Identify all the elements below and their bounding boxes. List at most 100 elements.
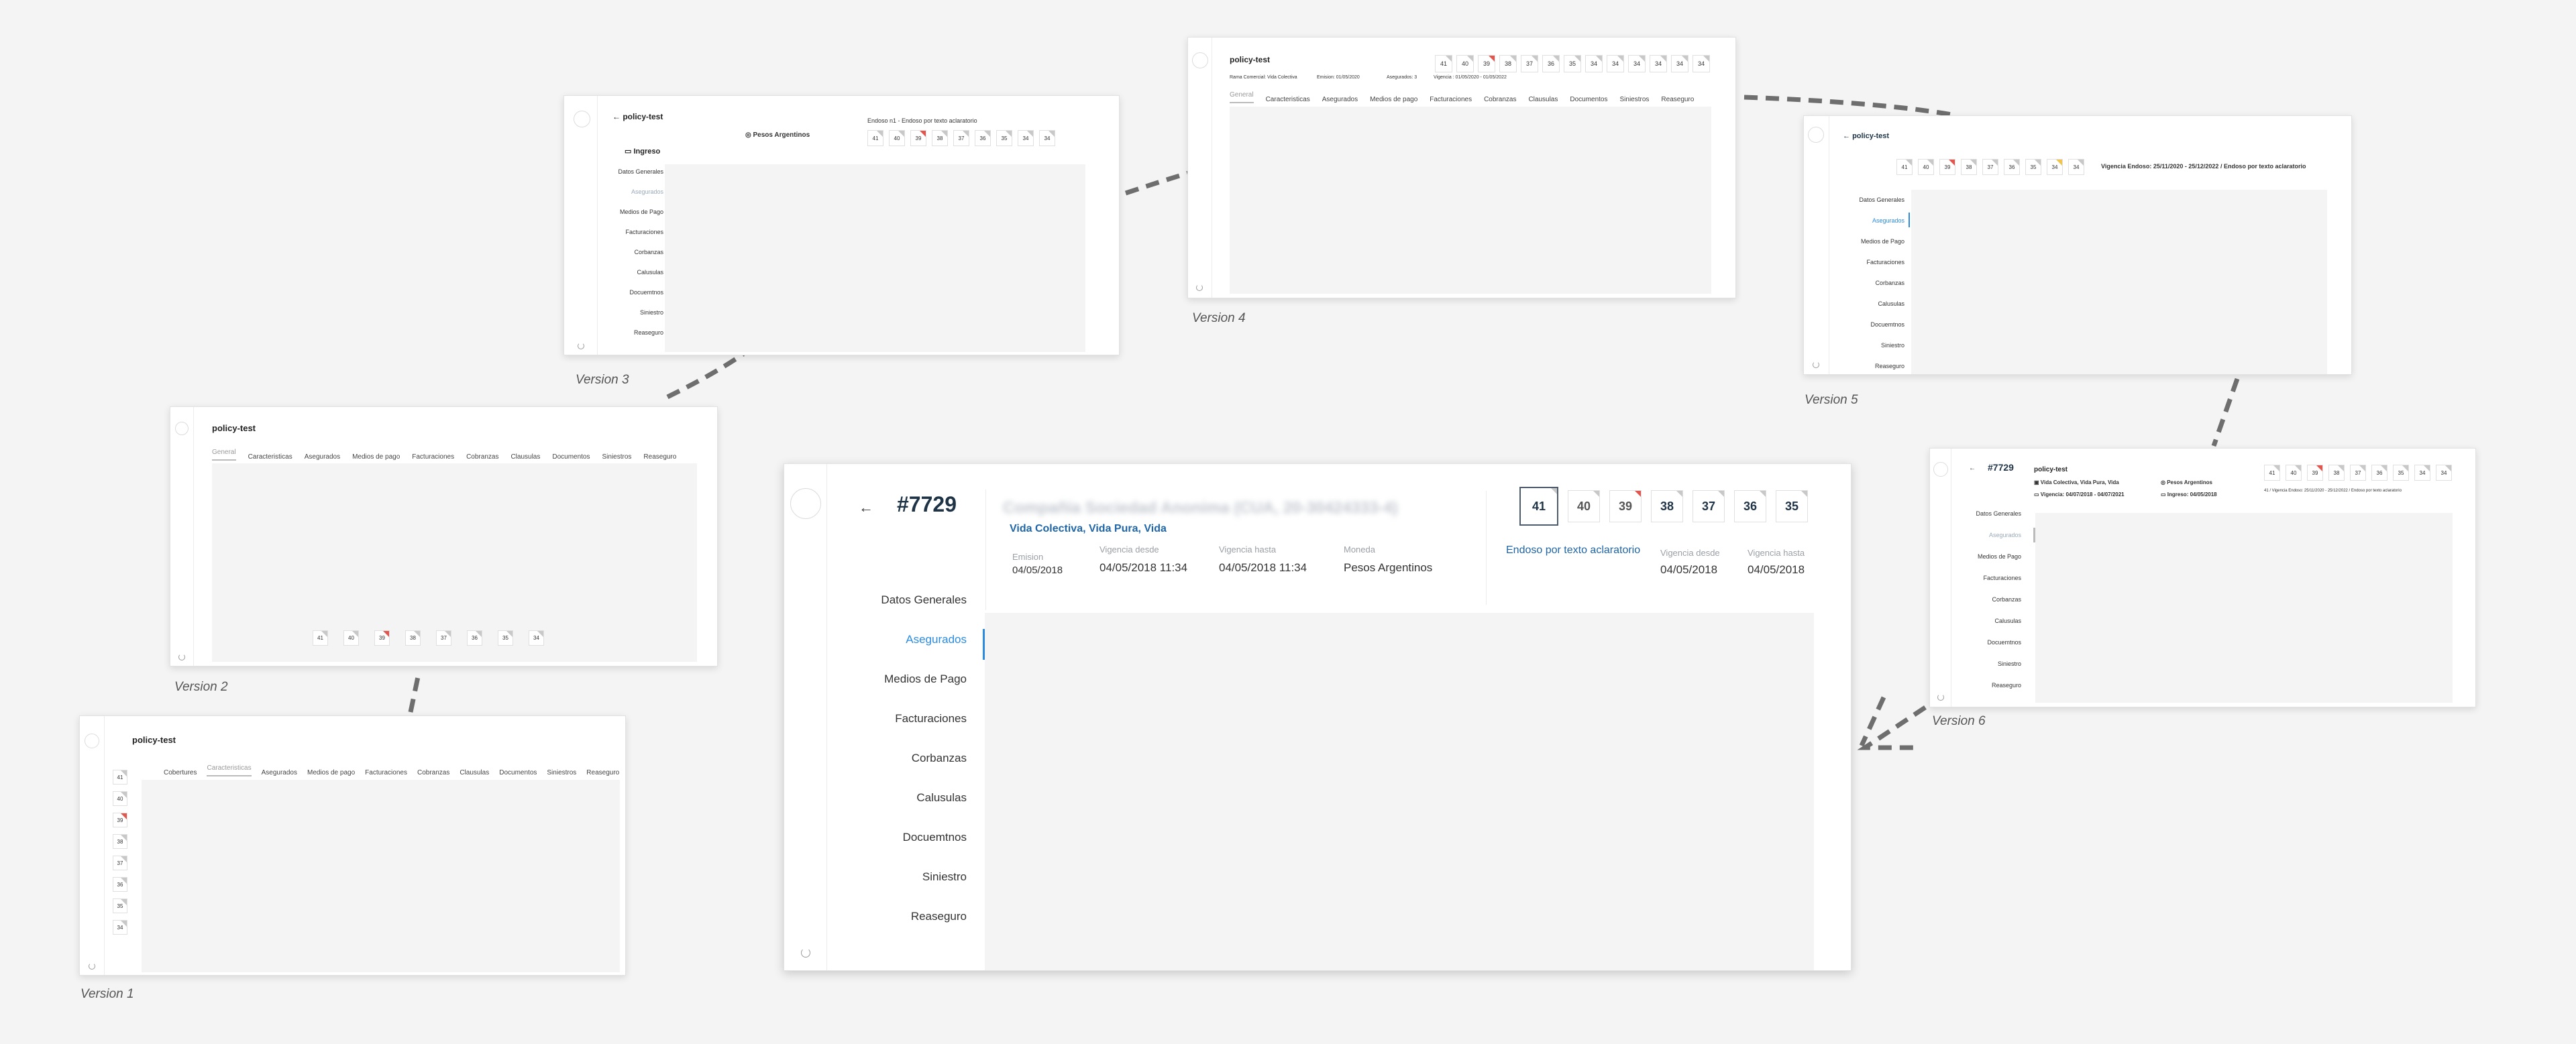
tab-siniestros[interactable]: Siniestros: [547, 769, 576, 776]
endorsement-34-a[interactable]: 34: [1585, 55, 1603, 72]
endorsement-37[interactable]: 37: [2350, 465, 2366, 481]
tab-caracteristicas[interactable]: Caracteristicas: [1266, 96, 1310, 103]
endorsement-36[interactable]: 36: [1734, 490, 1766, 522]
nav-calusulas[interactable]: Calusulas: [1951, 618, 2021, 624]
endorsement-34-e[interactable]: 34: [1671, 55, 1688, 72]
tab-siniestros[interactable]: Siniestros: [1620, 96, 1650, 103]
back-arrow-icon[interactable]: ←: [1969, 465, 1976, 472]
endorsement-34[interactable]: 34: [2414, 465, 2430, 481]
endorsement-36[interactable]: 36: [1542, 55, 1560, 72]
endorsement-34[interactable]: 34: [2047, 159, 2063, 175]
endorsement-37[interactable]: 37: [1693, 490, 1725, 522]
back-arrow-icon[interactable]: ←: [1843, 132, 1850, 140]
endorsement-39[interactable]: 39: [1478, 55, 1495, 72]
nav-datos-generales[interactable]: Datos Generales: [1951, 510, 2021, 517]
endorsement-34-d[interactable]: 34: [1650, 55, 1667, 72]
endorsement-39[interactable]: 39: [374, 630, 390, 646]
tab-caracteristicas[interactable]: Caracteristicas: [248, 453, 292, 461]
nav-corbanzas[interactable]: Corbanzas: [598, 249, 663, 255]
endorsement-34b[interactable]: 34: [2068, 159, 2084, 175]
nav-reaseguro[interactable]: Reaseguro: [598, 329, 663, 336]
tab-medios-de-pago[interactable]: Medios de pago: [307, 769, 355, 776]
nav-siniestro[interactable]: Siniestro: [598, 309, 663, 316]
tab-cobertures[interactable]: Cobertures: [164, 769, 197, 776]
tab-cobranzas[interactable]: Cobranzas: [417, 769, 449, 776]
tab-general[interactable]: General: [1230, 91, 1254, 103]
nav-siniestro[interactable]: Siniestro: [1951, 660, 2021, 667]
endorsement-38[interactable]: 38: [405, 630, 421, 646]
nav-calusulas[interactable]: Calusulas: [827, 791, 967, 805]
endorsement-41[interactable]: 41: [1896, 159, 1913, 175]
nav-corbanzas[interactable]: Corbanzas: [827, 752, 967, 765]
nav-asegurados[interactable]: Asegurados: [1829, 217, 1904, 224]
endorsement-40[interactable]: 40: [1918, 159, 1934, 175]
back-arrow-icon[interactable]: ←: [859, 499, 873, 516]
endorsement-41[interactable]: 41: [1435, 55, 1452, 72]
tab-reaseguro[interactable]: Reaseguro: [586, 769, 619, 776]
endorsement-37[interactable]: 37: [113, 856, 127, 870]
endorsement-41[interactable]: 41: [1519, 487, 1558, 526]
endorsement-39[interactable]: 39: [1609, 490, 1642, 522]
endorsement-40[interactable]: 40: [343, 630, 359, 646]
nav-datos-generales[interactable]: Datos Generales: [1829, 196, 1904, 203]
tab-cobranzas[interactable]: Cobranzas: [466, 453, 498, 461]
endorsement-34b[interactable]: 34: [2436, 465, 2452, 481]
nav-datos-generales[interactable]: Datos Generales: [827, 593, 967, 607]
endorsement-34b[interactable]: 34: [1039, 130, 1055, 146]
endorsement-34[interactable]: 34: [113, 920, 127, 935]
tab-documentos[interactable]: Documentos: [552, 453, 590, 461]
endorsement-41[interactable]: 41: [2264, 465, 2280, 481]
tab-facturaciones[interactable]: Facturaciones: [365, 769, 407, 776]
endorsement-34-b[interactable]: 34: [1607, 55, 1624, 72]
tab-documentos[interactable]: Documentos: [499, 769, 537, 776]
tab-clausulas[interactable]: Clausulas: [460, 769, 489, 776]
endorsement-38[interactable]: 38: [1961, 159, 1977, 175]
nav-facturaciones[interactable]: Facturaciones: [1951, 575, 2021, 581]
tab-reaseguro[interactable]: Reaseguro: [1661, 96, 1694, 103]
nav-facturaciones[interactable]: Facturaciones: [1829, 259, 1904, 266]
nav-corbanzas[interactable]: Corbanzas: [1829, 280, 1904, 286]
tab-clausulas[interactable]: Clausulas: [511, 453, 540, 461]
endorsement-34[interactable]: 34: [1018, 130, 1034, 146]
endorsement-40[interactable]: 40: [1568, 490, 1600, 522]
endorsement-38[interactable]: 38: [113, 834, 127, 849]
endorsement-35[interactable]: 35: [1776, 490, 1808, 522]
endorsement-35[interactable]: 35: [2393, 465, 2409, 481]
endorsement-35[interactable]: 35: [996, 130, 1012, 146]
nav-corbanzas[interactable]: Corbanzas: [1951, 596, 2021, 603]
endorsement-34-c[interactable]: 34: [1628, 55, 1646, 72]
endorsement-41[interactable]: 41: [113, 770, 127, 785]
tab-clausulas[interactable]: Clausulas: [1528, 96, 1558, 103]
endorsement-40[interactable]: 40: [889, 130, 905, 146]
nav-medios-de-pago[interactable]: Medios de Pago: [598, 209, 663, 215]
endorsement-41[interactable]: 41: [313, 630, 328, 646]
nav-facturaciones[interactable]: Facturaciones: [598, 229, 663, 235]
endorsement-36[interactable]: 36: [2371, 465, 2387, 481]
nav-reaseguro[interactable]: Reaseguro: [827, 910, 967, 923]
endorsement-40[interactable]: 40: [1456, 55, 1474, 72]
tab-asegurados[interactable]: Asegurados: [262, 769, 297, 776]
nav-siniestro[interactable]: Siniestro: [827, 870, 967, 884]
endorsement-37[interactable]: 37: [436, 630, 451, 646]
tab-caracteristicas[interactable]: Caracteristicas: [207, 764, 252, 776]
nav-medios-de-pago[interactable]: Medios de Pago: [827, 673, 967, 686]
nav-siniestro[interactable]: Siniestro: [1829, 342, 1904, 349]
endorsement-38[interactable]: 38: [1651, 490, 1683, 522]
endorsement-35[interactable]: 35: [113, 898, 127, 913]
nav-reaseguro[interactable]: Reaseguro: [1829, 363, 1904, 369]
endorsement-39[interactable]: 39: [2307, 465, 2323, 481]
endorsement-37[interactable]: 37: [1521, 55, 1538, 72]
endorsement-34[interactable]: 34: [529, 630, 544, 646]
nav-medios-de-pago[interactable]: Medios de Pago: [1829, 238, 1904, 245]
endorsement-36[interactable]: 36: [975, 130, 991, 146]
endorsement-40[interactable]: 40: [113, 791, 127, 806]
nav-calusulas[interactable]: Calusulas: [598, 269, 663, 276]
endoso-link[interactable]: Endoso por texto aclaratorio: [1506, 544, 1640, 557]
endorsement-35[interactable]: 35: [1564, 55, 1581, 72]
tab-facturaciones[interactable]: Facturaciones: [412, 453, 454, 461]
tab-medios-de-pago[interactable]: Medios de pago: [352, 453, 400, 461]
nav-calusulas[interactable]: Calusulas: [1829, 300, 1904, 307]
endorsement-37[interactable]: 37: [1982, 159, 1998, 175]
endorsement-36[interactable]: 36: [2004, 159, 2020, 175]
tab-siniestros[interactable]: Siniestros: [602, 453, 632, 461]
